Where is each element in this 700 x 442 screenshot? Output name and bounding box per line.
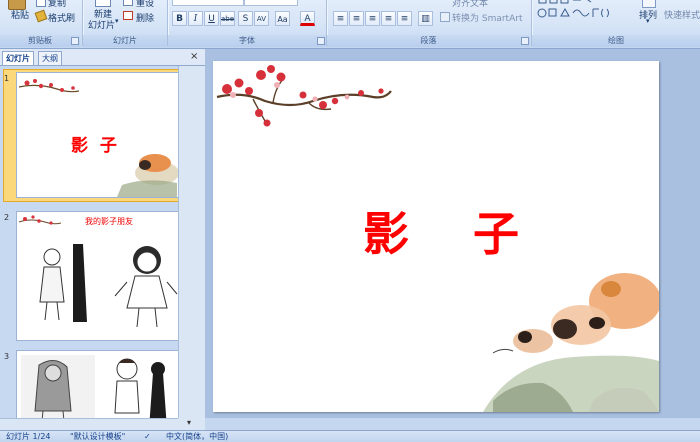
- smartart-icon: [440, 12, 450, 22]
- justify-button[interactable]: ≡: [381, 11, 396, 26]
- convert-smartart-label: 转换为 SmartArt: [452, 14, 523, 24]
- clipboard-dialog-launcher-icon[interactable]: [71, 37, 79, 45]
- delete-icon: [123, 11, 133, 20]
- theme-name[interactable]: "默认设计模板": [70, 431, 125, 442]
- underline-button[interactable]: U: [204, 11, 219, 26]
- quick-styles-label[interactable]: 快速样式: [664, 8, 700, 21]
- align-right-button[interactable]: ≡: [365, 11, 380, 26]
- thumbnail-2-art: [18, 215, 178, 328]
- align-text-label[interactable]: 对齐文本: [452, 0, 488, 9]
- font-dialog-launcher-icon[interactable]: [317, 37, 325, 45]
- font-color-button[interactable]: A: [300, 11, 315, 26]
- align-center-button[interactable]: ≡: [349, 11, 364, 26]
- reset-button[interactable]: 重设: [123, 0, 163, 9]
- thumbnail-number: 1: [4, 74, 10, 83]
- chevron-down-icon: ▾: [115, 17, 119, 25]
- delete-button[interactable]: 删除: [123, 10, 163, 24]
- ribbon: 粘贴 复制 格式刷 剪贴板 新建 幻灯片 ▾ 重设 删除 幻灯片 B I U a…: [0, 0, 700, 49]
- kittens-painting: [483, 273, 659, 412]
- new-slide-label-2: 幻灯片: [88, 21, 116, 31]
- tab-outline[interactable]: 大纲: [38, 51, 62, 65]
- scroll-down-button[interactable]: ▾: [178, 418, 205, 430]
- plum-blossom-branch: [216, 65, 392, 127]
- thumbnail-slide-3[interactable]: [16, 350, 178, 418]
- arrange-button[interactable]: 排列 ▾: [636, 0, 662, 26]
- slides-group-label: 幻灯片: [83, 35, 167, 47]
- reset-icon: [123, 0, 133, 6]
- paragraph-dialog-launcher-icon[interactable]: [521, 37, 529, 45]
- slide-thumbnail-panel: 1 影 子 2 我的影子朋友 3: [0, 66, 178, 418]
- chevron-down-icon: ▾: [646, 17, 650, 25]
- thumbnail-number: 2: [4, 213, 10, 222]
- align-left-button[interactable]: ≡: [333, 11, 348, 26]
- delete-label: 删除: [136, 14, 155, 24]
- paste-label: 粘贴: [11, 11, 30, 21]
- italic-button[interactable]: I: [188, 11, 203, 26]
- shapes-gallery[interactable]: [537, 0, 627, 24]
- distribute-button[interactable]: ≡: [397, 11, 412, 26]
- drawing-group-label: 绘图: [532, 35, 700, 47]
- reset-label: 重设: [136, 0, 155, 9]
- new-slide-button[interactable]: 新建 幻灯片 ▾: [86, 0, 120, 34]
- panel-tabs: 幻灯片 大纲 ×: [0, 49, 205, 66]
- slide-counter: 幻灯片 1/24: [6, 432, 51, 441]
- thumbnail-1-title: 影 子: [71, 136, 117, 156]
- chevron-down-icon: ▾: [187, 418, 192, 427]
- convert-smartart-button[interactable]: 转换为 SmartArt: [440, 10, 530, 24]
- paragraph-group-label: 段落: [327, 35, 530, 47]
- slide-title[interactable]: 影 子: [363, 198, 519, 264]
- spell-check-icon[interactable]: ✓: [144, 431, 151, 442]
- font-name-box[interactable]: [172, 0, 244, 6]
- close-icon[interactable]: ×: [190, 51, 198, 62]
- font-group-label: 字体: [168, 35, 326, 47]
- arrange-icon: [642, 0, 656, 8]
- copy-label: 复制: [48, 0, 67, 9]
- columns-button[interactable]: ▥: [418, 11, 433, 26]
- format-painter-label: 格式刷: [48, 14, 76, 24]
- shapes-gallery-icon: [537, 0, 609, 18]
- thumbnail-scrollbar[interactable]: [178, 66, 206, 418]
- copy-icon: [36, 0, 46, 7]
- language-indicator[interactable]: 中文(简体，中国): [166, 431, 228, 442]
- clipboard-group-label: 剪贴板: [0, 35, 80, 47]
- thumbnail-2-caption: 我的影子朋友: [85, 217, 133, 226]
- bold-button[interactable]: B: [172, 11, 187, 26]
- change-case-button[interactable]: Aa: [275, 11, 290, 26]
- thumbnail-slide-2[interactable]: 我的影子朋友: [16, 211, 178, 341]
- tab-slides[interactable]: 幻灯片: [2, 51, 34, 65]
- thumbnail-3-art: [21, 355, 167, 418]
- new-slide-icon: [95, 0, 111, 7]
- font-size-box[interactable]: [244, 0, 298, 6]
- character-spacing-button[interactable]: AV: [254, 11, 269, 26]
- paragraph-list-controls: [333, 0, 413, 4]
- thumbnail-number: 3: [4, 352, 10, 361]
- paste-button[interactable]: 粘贴: [2, 0, 32, 34]
- current-slide[interactable]: 影 子: [213, 61, 659, 412]
- thumbnail-slide-1[interactable]: 影 子: [16, 72, 178, 198]
- format-painter-button[interactable]: 格式刷: [34, 9, 82, 24]
- format-painter-icon: [34, 9, 48, 23]
- status-bar: 幻灯片 1/24 "默认设计模板" ✓ 中文(简体，中国): [0, 430, 700, 442]
- copy-button[interactable]: 复制: [36, 0, 82, 9]
- strikethrough-button[interactable]: abe: [220, 11, 235, 26]
- shadow-button[interactable]: S: [238, 11, 253, 26]
